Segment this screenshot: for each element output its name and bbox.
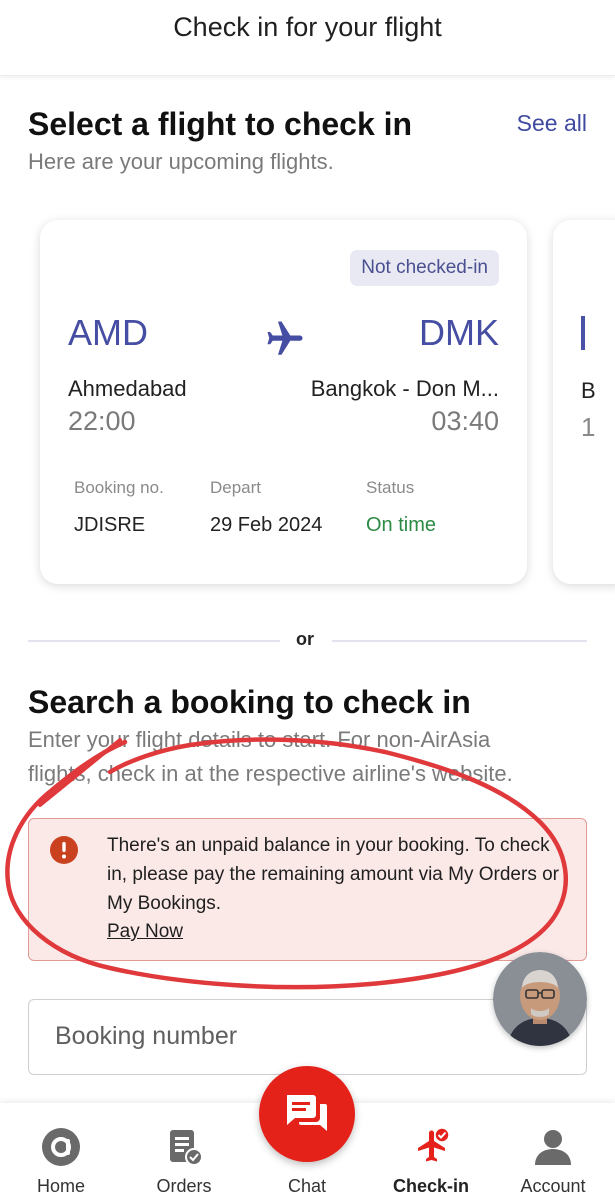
search-booking-heading: Search a booking to check in	[28, 684, 471, 720]
departure-time: 22:00	[68, 406, 136, 436]
upcoming-flights-heading: Select a flight to check in	[28, 106, 413, 142]
next-flight-card[interactable]: B 1	[553, 220, 615, 584]
next-card-time-fragment: 1	[581, 412, 596, 442]
status-label: Status	[366, 478, 415, 497]
home-icon	[42, 1128, 80, 1166]
flight-status-value: On time	[366, 514, 437, 536]
orders-icon	[170, 1130, 203, 1166]
depart-label: Depart	[210, 478, 262, 497]
divider-right	[332, 640, 587, 642]
origin-city: Ahmedabad	[68, 376, 187, 401]
see-all-link[interactable]: See all	[517, 110, 587, 137]
assistant-avatar[interactable]	[493, 952, 587, 1046]
nav-chat-label: Chat	[287, 1176, 327, 1196]
status-badge: Not checked-in	[350, 250, 499, 286]
assistant-face-icon	[493, 952, 587, 1046]
airplane-icon	[267, 321, 303, 355]
nav-account-label: Account	[520, 1176, 586, 1196]
nav-home-label: Home	[36, 1176, 85, 1196]
booking-number-label: Booking no.	[74, 478, 164, 497]
chat-bubbles-icon	[287, 1095, 327, 1131]
check-in-plane-icon	[418, 1127, 450, 1162]
booking-number-placeholder: Booking number	[55, 1022, 238, 1050]
account-icon	[535, 1130, 571, 1165]
unpaid-balance-alert: There's an unpaid balance in your bookin…	[28, 818, 587, 961]
destination-code: DMK	[419, 312, 499, 353]
nav-home[interactable]: Home	[6, 1103, 116, 1200]
nav-check-in-label: Check-in	[392, 1176, 470, 1196]
divider-or: or	[296, 629, 314, 649]
search-booking-subtitle-2: flights, check in at the respective airl…	[28, 761, 513, 786]
arrival-time: 03:40	[431, 406, 499, 436]
nav-account[interactable]: Account	[498, 1103, 608, 1200]
chat-button[interactable]	[259, 1066, 355, 1162]
exclamation-icon	[50, 836, 78, 864]
search-booking-subtitle-1: Enter your flight details to start. For …	[28, 727, 491, 752]
nav-check-in[interactable]: Check-in	[376, 1103, 486, 1200]
page-title: Check in for your flight	[173, 12, 442, 42]
booking-number-value: JDISRE	[74, 514, 146, 536]
next-card-code-fragment	[581, 316, 585, 350]
alert-message: There's an unpaid balance in your bookin…	[107, 835, 559, 914]
pay-now-link[interactable]: Pay Now	[107, 921, 183, 943]
depart-date-value: 29 Feb 2024	[210, 514, 323, 536]
next-card-city-fragment: B	[581, 378, 596, 403]
nav-orders-label: Orders	[156, 1176, 212, 1196]
divider-left	[28, 640, 280, 642]
origin-code: AMD	[68, 312, 148, 353]
destination-city: Bangkok - Don M...	[310, 376, 499, 401]
top-app-bar: Check in for your flight	[0, 0, 615, 76]
flight-card[interactable]: Not checked-in AMD DMK Ahmedabad Bangkok…	[40, 220, 527, 584]
upcoming-flights-subtitle: Here are your upcoming flights.	[28, 149, 334, 174]
nav-orders[interactable]: Orders	[129, 1103, 239, 1200]
